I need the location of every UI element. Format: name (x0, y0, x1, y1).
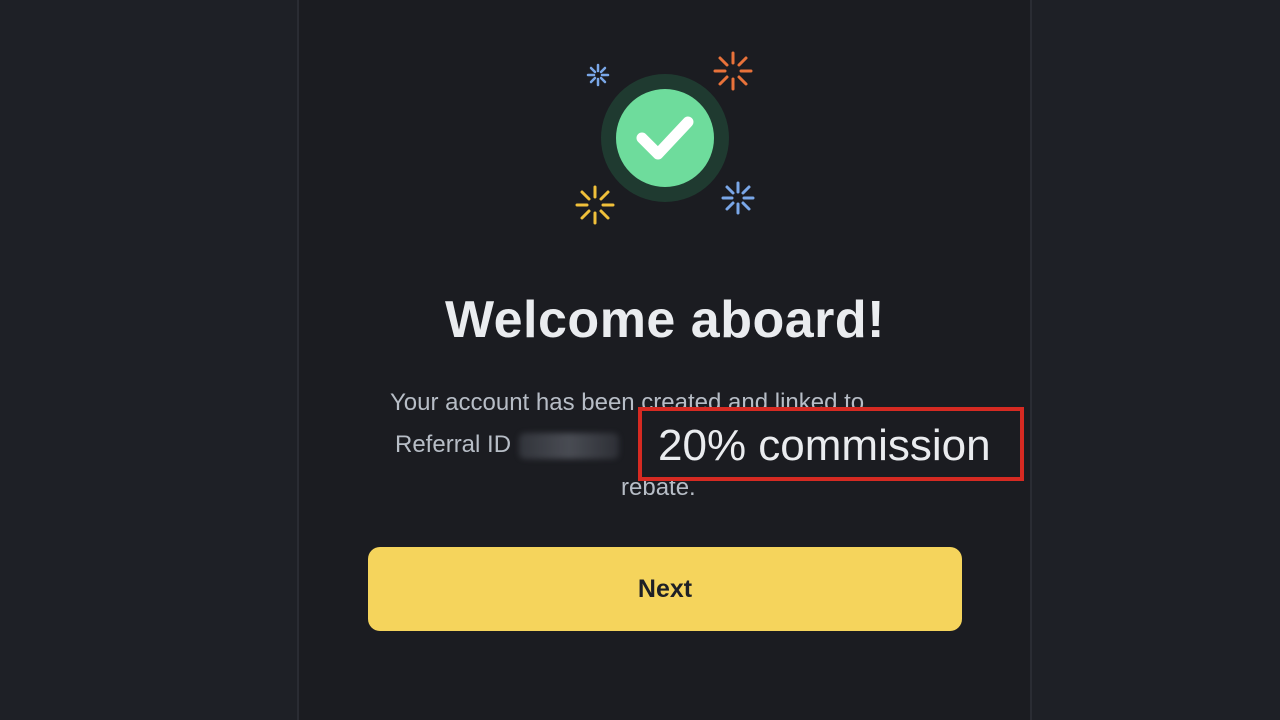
success-illustration (575, 51, 755, 225)
check-circle-icon (616, 89, 714, 187)
sparkle-icon (575, 185, 615, 225)
sparkle-icon (713, 51, 753, 91)
commission-text: 20% commission (658, 421, 991, 470)
next-button[interactable]: Next (368, 547, 962, 631)
page-title: Welcome aboard! (445, 291, 885, 349)
redacted-referral-id (519, 432, 620, 459)
description-line-2: Referral ID (395, 431, 620, 459)
sparkle-icon (586, 63, 610, 87)
screen: Welcome aboard! Your account has been cr… (0, 0, 1280, 720)
commission-highlight-box: 20% commission (638, 407, 1024, 481)
referral-id-label: Referral ID (395, 431, 512, 458)
sparkle-icon (721, 181, 755, 215)
